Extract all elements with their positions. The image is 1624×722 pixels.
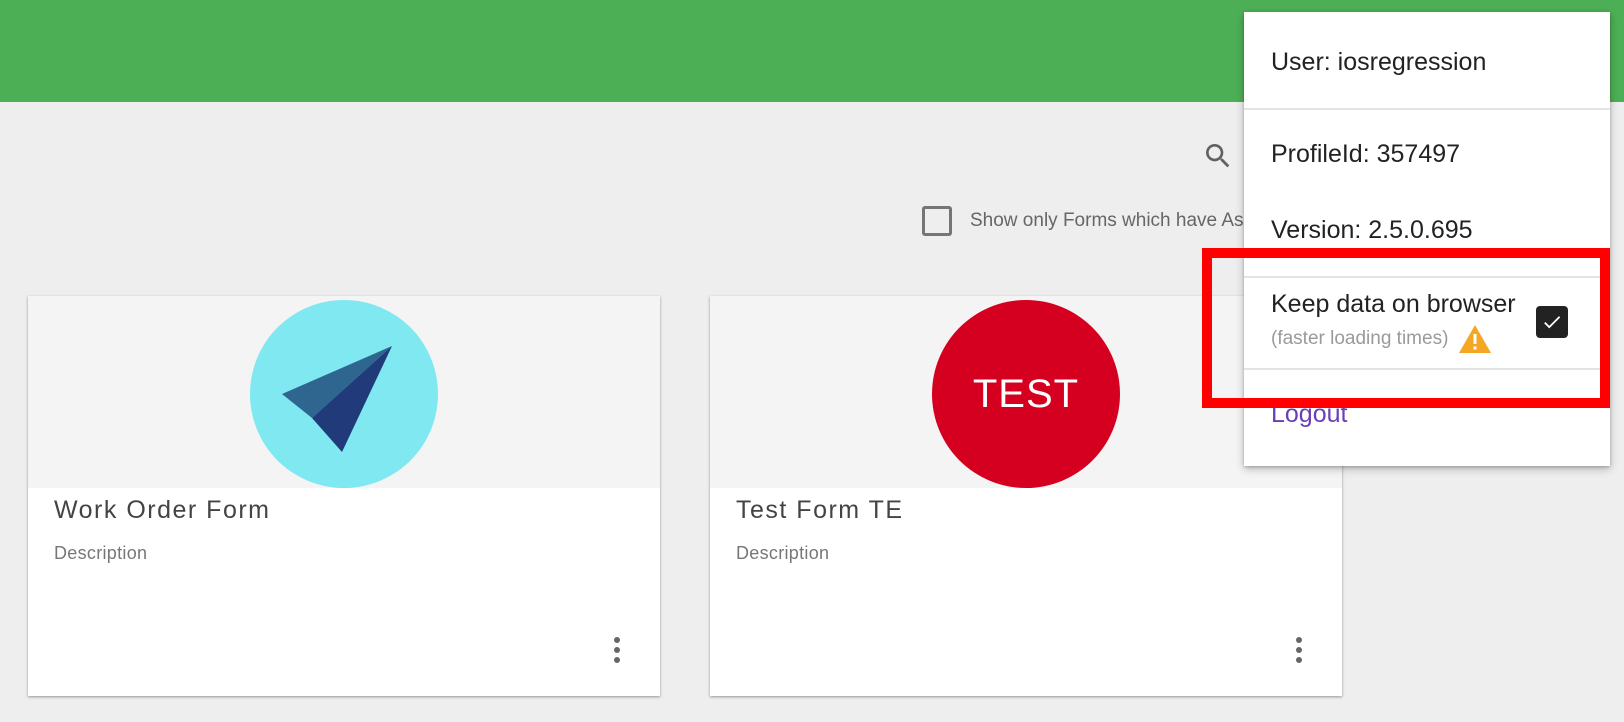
search-icon [1206,144,1230,168]
card-title: Test Form TE [736,496,904,524]
filter-row: Show only Forms which have As [922,206,1244,236]
card-media [28,296,660,488]
search-button[interactable] [1198,136,1238,176]
avatar-text: TEST [972,371,1080,416]
keep-data-subtext: (faster loading times) [1271,324,1492,354]
card-description: Description [54,543,148,563]
card-more-button[interactable] [602,632,632,668]
menu-profile-id: ProfileId: 357497 [1271,140,1461,168]
menu-divider [1244,368,1610,370]
keep-data-label: Keep data on browser [1271,290,1516,318]
menu-version: Version: 2.5.0.695 [1271,216,1473,244]
filter-checkbox[interactable] [922,206,952,236]
menu-user: User: iosregression [1271,48,1487,76]
filter-label: Show only Forms which have As [970,210,1244,231]
more-vert-icon [1296,637,1302,643]
keep-data-checkbox[interactable] [1536,306,1568,338]
menu-divider [1244,276,1610,278]
card-avatar [250,300,438,488]
menu-divider [1244,108,1610,110]
paper-plane-icon [282,346,392,452]
warning-icon [1458,324,1492,354]
card-title: Work Order Form [54,496,271,524]
keep-data-subtext-label: (faster loading times) [1271,328,1449,349]
logout-link[interactable]: Logout [1271,400,1347,429]
user-menu-dropdown: User: iosregression ProfileId: 357497 Ve… [1244,12,1610,466]
check-icon [1544,316,1561,329]
card-avatar: TEST [932,300,1120,488]
form-card-work-order[interactable]: Work Order Form Description [28,296,660,696]
more-vert-icon [614,637,620,643]
card-more-button[interactable] [1284,632,1314,668]
card-description: Description [736,543,830,563]
